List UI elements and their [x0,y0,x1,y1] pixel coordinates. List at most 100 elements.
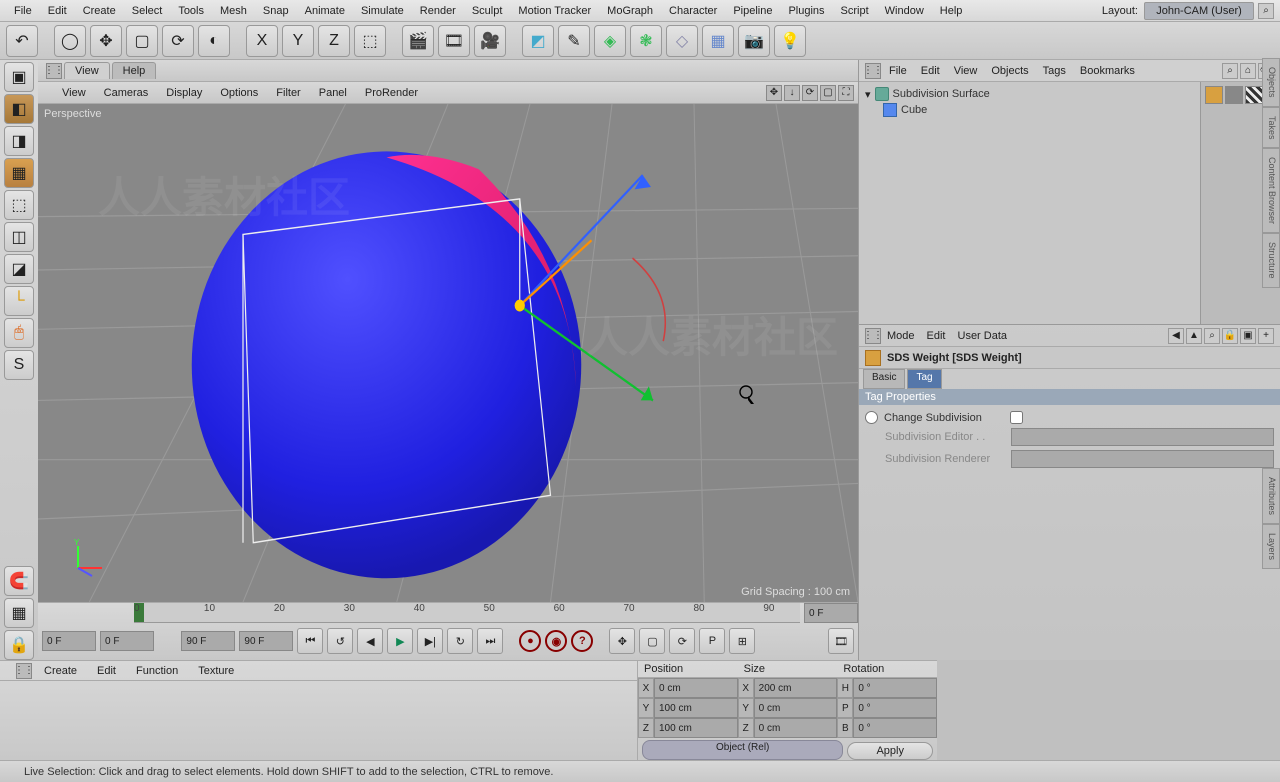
edge-mode-button[interactable]: ◫ [4,222,34,252]
timeline-end-field[interactable]: 90 F [239,631,293,651]
add-deformer-button[interactable]: ◇ [666,25,698,57]
polygon-mode-button[interactable]: ◪ [4,254,34,284]
menu-sculpt[interactable]: Sculpt [464,3,511,19]
menu-motion-tracker[interactable]: Motion Tracker [510,3,599,19]
attr-lock-icon[interactable]: 🔒 [1222,328,1238,344]
coord-pos-field[interactable]: 100 cm [654,718,738,738]
mat-panel-grip-icon[interactable]: ⋮⋮ [16,663,32,679]
snap-grid-button[interactable]: ▦ [4,598,34,628]
undo-button[interactable]: ↶ [6,25,38,57]
menu-tools[interactable]: Tools [170,3,212,19]
matmenu-texture[interactable]: Texture [190,663,242,679]
workplane-mode-button[interactable]: ▦ [4,158,34,188]
point-mode-button[interactable]: ⬚ [4,190,34,220]
menu-help[interactable]: Help [932,3,971,19]
panel-grip-icon[interactable]: ⋮⋮ [46,63,62,79]
view-rotate-icon[interactable]: ⟳ [802,85,818,101]
menu-animate[interactable]: Animate [297,3,353,19]
menu-select[interactable]: Select [124,3,171,19]
menu-edit[interactable]: Edit [40,3,75,19]
coord-rot-field[interactable]: 0 ° [853,678,937,698]
scale-tool[interactable]: ▢ [126,25,158,57]
menu-render[interactable]: Render [412,3,464,19]
layout-dropdown[interactable]: John-CAM (User) [1144,2,1254,20]
coord-apply-button[interactable]: Apply [847,742,933,760]
matmenu-function[interactable]: Function [128,663,186,679]
attr-tab-tag[interactable]: Tag [907,369,941,389]
sidetab-structure[interactable]: Structure [1262,233,1280,288]
tab-help[interactable]: Help [112,62,157,79]
menu-script[interactable]: Script [833,3,877,19]
coord-system-toggle[interactable]: ⬚ [354,25,386,57]
go-end-button[interactable]: ⏭ [477,628,503,654]
sidetab-objects[interactable]: Objects [1262,58,1280,107]
attr-panel-grip-icon[interactable]: ⋮⋮ [865,328,881,344]
snap-lock-button[interactable]: 🔒 [4,630,34,660]
timeline-start-field[interactable]: 0 F [42,631,96,651]
menu-plugins[interactable]: Plugins [780,3,832,19]
timeline-current-frame[interactable]: 0 F [804,603,858,623]
live-selection-tool[interactable]: ◯ [54,25,86,57]
coord-mode-dropdown[interactable]: Object (Rel) [642,740,843,760]
add-camera-button[interactable]: 📷 [738,25,770,57]
sidetab-layers[interactable]: Layers [1262,524,1280,569]
attr-prev-icon[interactable]: ◀ [1168,328,1184,344]
object-cube[interactable]: Cube [863,102,1196,118]
viewmenu-options[interactable]: Options [212,85,266,101]
menu-mograph[interactable]: MoGraph [599,3,661,19]
coord-rot-field[interactable]: 0 ° [853,718,937,738]
add-array-button[interactable]: ❃ [630,25,662,57]
objmenu-tags[interactable]: Tags [1037,63,1072,79]
view-move-icon[interactable]: ✥ [766,85,782,101]
change-subdivision-radio[interactable] [865,411,878,424]
change-subdivision-checkbox[interactable] [1010,411,1023,424]
menu-snap[interactable]: Snap [255,3,297,19]
texture-mode-button[interactable]: ◨ [4,126,34,156]
attrmenu-userdata[interactable]: User Data [952,328,1014,344]
render-settings-button[interactable]: 🎥 [474,25,506,57]
timeline-dopesheet-button[interactable]: 🎞 [828,628,854,654]
model-mode-button[interactable]: ◧ [4,94,34,124]
viewmenu-filter[interactable]: Filter [268,85,308,101]
add-cube-button[interactable]: ◩ [522,25,554,57]
menu-file[interactable]: File [6,3,40,19]
matmenu-edit[interactable]: Edit [89,663,124,679]
tag-phong-icon[interactable] [1225,86,1243,104]
sidetab-content-browser[interactable]: Content Browser [1262,148,1280,233]
obj-home-icon[interactable]: ⌂ [1240,63,1256,79]
menu-create[interactable]: Create [75,3,124,19]
go-start-button[interactable]: ⏮ [297,628,323,654]
add-light-button[interactable]: 💡 [774,25,806,57]
objmenu-objects[interactable]: Objects [985,63,1034,79]
add-subdivision-button[interactable]: ◈ [594,25,626,57]
rotate-tool[interactable]: ⟳ [162,25,194,57]
viewmenu-cameras[interactable]: Cameras [96,85,157,101]
attr-new-icon[interactable]: ▣ [1240,328,1256,344]
viewmenu-prorender[interactable]: ProRender [357,85,426,101]
timeline-right-range[interactable]: 90 F [181,631,235,651]
timeline-ruler[interactable]: 0102030405060708090 [134,603,800,623]
go-next-key-button[interactable]: ↻ [447,628,473,654]
add-pen-button[interactable]: ✎ [558,25,590,57]
next-frame-button[interactable]: ▶| [417,628,443,654]
coord-size-field[interactable]: 200 cm [754,678,838,698]
tag-sds-icon[interactable] [1205,86,1223,104]
tag-texture-icon[interactable] [1245,86,1263,104]
render-picture-viewer-button[interactable]: 🎞 [438,25,470,57]
record-button[interactable]: ● [519,630,541,652]
viewport-solo-button[interactable]: S [4,350,34,380]
key-param-button[interactable]: P [699,628,725,654]
axis-x-toggle[interactable]: X [246,25,278,57]
keyhelp-button[interactable]: ? [571,630,593,652]
go-prev-key-button[interactable]: ↺ [327,628,353,654]
viewmenu-display[interactable]: Display [158,85,210,101]
coord-rot-field[interactable]: 0 ° [853,698,937,718]
menu-pipeline[interactable]: Pipeline [725,3,780,19]
objmenu-edit[interactable]: Edit [915,63,946,79]
axis-mode-button[interactable]: └ [4,286,34,316]
objmenu-bookmarks[interactable]: Bookmarks [1074,63,1141,79]
snap-enable-button[interactable]: 🧲 [4,566,34,596]
objmenu-view[interactable]: View [948,63,984,79]
recent-tool[interactable]: ◐ [198,25,230,57]
sidetab-takes[interactable]: Takes [1262,107,1280,149]
